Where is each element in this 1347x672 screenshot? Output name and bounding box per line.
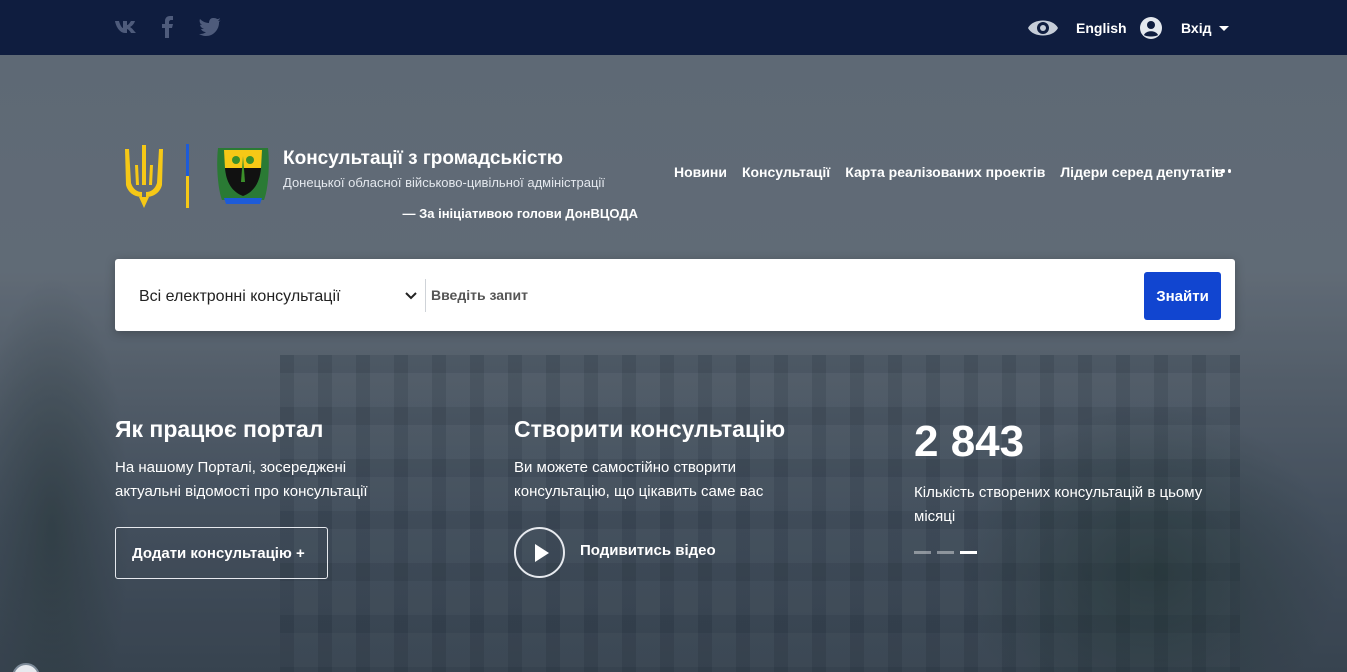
social-links — [114, 15, 222, 39]
nav-item-consultations[interactable]: Консультації — [742, 164, 830, 180]
user-icon[interactable] — [1140, 17, 1162, 39]
watch-video-link[interactable]: Подивитись відео — [580, 542, 716, 559]
hero-background — [0, 55, 1347, 672]
consultation-type-select[interactable]: Всі електронні консультації — [115, 259, 425, 331]
nav-item-projects-map[interactable]: Карта реалізованих проектів — [845, 164, 1045, 180]
trident-emblem-icon — [125, 145, 163, 208]
carousel-dot-active[interactable] — [960, 551, 977, 554]
carousel-dot[interactable] — [937, 551, 954, 554]
create-consultation-title: Створити консультацію — [514, 416, 786, 442]
vk-icon[interactable] — [114, 15, 138, 39]
nav-item-news[interactable]: Новини — [674, 164, 727, 180]
initiative-note: — За ініціативою голови ДонВЦОДА — [402, 206, 638, 221]
donetsk-coat-of-arms-icon — [217, 148, 269, 204]
flag-divider — [186, 144, 189, 208]
more-menu-icon[interactable] — [1215, 169, 1231, 173]
consultations-count-caption: Кількість створених консультацій в цьому… — [914, 484, 1203, 525]
visibility-eye-icon[interactable] — [1027, 15, 1059, 41]
carousel-dot[interactable] — [914, 551, 931, 554]
how-it-works-text: На нашому Порталі, зосереджені актуальні… — [115, 459, 368, 500]
site-subtitle: Донецької обласної військово-цивільної а… — [283, 175, 605, 190]
search-button[interactable]: Знайти — [1144, 272, 1221, 320]
chevron-down-icon[interactable] — [1219, 26, 1229, 31]
how-it-works-title: Як працює портал — [115, 416, 324, 442]
top-bar: English Вхід — [0, 0, 1347, 55]
add-consultation-button[interactable]: Додати консультацію + — [115, 527, 328, 579]
play-video-button[interactable] — [514, 527, 565, 578]
selected-category: Всі електронні консультації — [139, 288, 341, 305]
play-icon — [535, 544, 549, 562]
create-consultation-text: Ви можете самостійно створити консультац… — [514, 459, 764, 500]
main-navigation: Новини Консультації Карта реалізованих п… — [674, 164, 1224, 180]
login-link[interactable]: Вхід — [1181, 20, 1212, 36]
stats-carousel-indicators — [914, 551, 977, 554]
search-divider — [425, 279, 426, 312]
site-title[interactable]: Консультації з громадськістю — [283, 148, 563, 170]
twitter-icon[interactable] — [198, 15, 222, 39]
language-switch[interactable]: English — [1076, 20, 1127, 36]
search-panel: Всі електронні консультації Знайти — [115, 259, 1235, 331]
search-input[interactable] — [431, 277, 1131, 313]
chevron-down-icon — [405, 292, 417, 300]
consultations-count: 2 843 — [914, 417, 1025, 466]
nav-item-deputy-leaders[interactable]: Лідери серед депутатів — [1060, 164, 1223, 180]
facebook-icon[interactable] — [156, 15, 180, 39]
